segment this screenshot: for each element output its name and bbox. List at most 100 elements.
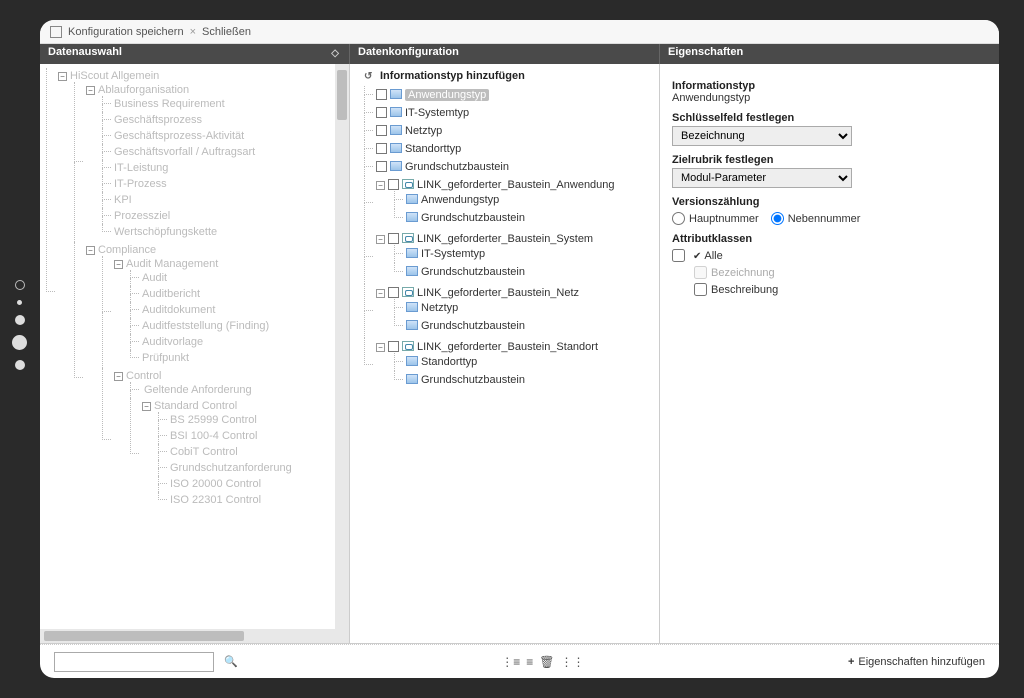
- infotype-item[interactable]: Standorttyp: [364, 140, 653, 158]
- tree-node-compliance[interactable]: Compliance: [98, 244, 156, 256]
- delete-icon[interactable]: 🗑: [539, 655, 554, 669]
- panel-headers: Datenauswahl◇ Datenkonfiguration Eigensc…: [40, 44, 999, 64]
- link-icon: [402, 287, 414, 297]
- tree-leaf[interactable]: Auditbericht: [130, 286, 331, 302]
- tree-node-ablauf[interactable]: Ablauforganisation: [98, 84, 189, 96]
- type-icon: [406, 194, 418, 204]
- tree-leaf[interactable]: Auditvorlage: [130, 334, 331, 350]
- tree-leaf[interactable]: ISO 22301 Control: [158, 492, 331, 508]
- list-detail-icon[interactable]: ⋮≡: [501, 655, 520, 669]
- device-side-buttons: [12, 280, 27, 370]
- select-keyfield[interactable]: Bezeichnung: [672, 126, 852, 146]
- tree-node-std-control[interactable]: Standard Control: [154, 400, 237, 412]
- link-child[interactable]: Grundschutzbaustein: [394, 371, 653, 389]
- link-child[interactable]: Grundschutzbaustein: [394, 209, 653, 227]
- value-infotype: Anwendungstyp: [672, 92, 987, 104]
- h-scrollbar[interactable]: [40, 629, 335, 643]
- tree-leaf[interactable]: Geschäftsprozess-Aktivität: [102, 128, 331, 144]
- close-button[interactable]: Schließen: [202, 26, 251, 38]
- link-icon: [402, 233, 414, 243]
- footer: 🔍 ⋮≡ ≡ 🗑 ⋮⋮ +Eigenschaften hinzufügen: [40, 644, 999, 678]
- tree-leaf[interactable]: Prozessziel: [102, 208, 331, 224]
- link-child[interactable]: IT-Systemtyp: [394, 245, 653, 263]
- link-node[interactable]: −LINK_geforderter_Baustein_AnwendungAnwe…: [364, 176, 653, 230]
- type-icon: [390, 107, 402, 117]
- radio-nebennummer[interactable]: [771, 212, 784, 225]
- link-icon: [402, 341, 414, 351]
- link-child[interactable]: Standorttyp: [394, 353, 653, 371]
- tree-leaf[interactable]: BSI 100-4 Control: [158, 428, 331, 444]
- outline-icon[interactable]: ⋮⋮: [560, 655, 584, 669]
- tree-leaf[interactable]: CobiT Control: [158, 444, 331, 460]
- expander[interactable]: −: [376, 343, 385, 352]
- tree-node-control[interactable]: Control: [126, 370, 161, 382]
- type-icon: [406, 374, 418, 384]
- app-window: Konfiguration speichern × Schließen Date…: [40, 20, 999, 678]
- tree-leaf[interactable]: ISO 20000 Control: [158, 476, 331, 492]
- search-icon[interactable]: 🔍: [224, 655, 238, 668]
- check-bezeichnung: [694, 266, 707, 279]
- expander[interactable]: −: [376, 235, 385, 244]
- link-child[interactable]: Anwendungstyp: [394, 191, 653, 209]
- infotype-tree[interactable]: AnwendungstypIT-SystemtypNetztypStandort…: [350, 86, 659, 398]
- separator: ×: [190, 26, 196, 38]
- tree-leaf[interactable]: Wertschöpfungskette: [102, 224, 331, 240]
- search-input[interactable]: [54, 652, 214, 672]
- expander[interactable]: −: [376, 289, 385, 298]
- tree-leaf[interactable]: IT-Prozess: [102, 176, 331, 192]
- tree-leaf[interactable]: Auditfeststellung (Finding): [130, 318, 331, 334]
- link-node[interactable]: −LINK_geforderter_Baustein_SystemIT-Syst…: [364, 230, 653, 284]
- tree-leaf[interactable]: Geschäftsvorfall / Auftragsart: [102, 144, 331, 160]
- link-child[interactable]: Netztyp: [394, 299, 653, 317]
- tree-leaf[interactable]: Prüfpunkt: [130, 350, 331, 366]
- panel-header-left: Datenauswahl◇: [40, 44, 350, 64]
- checkbox[interactable]: [376, 143, 387, 154]
- expander[interactable]: −: [376, 181, 385, 190]
- checkbox[interactable]: [376, 161, 387, 172]
- check-alle[interactable]: [672, 249, 685, 262]
- tree-leaf[interactable]: KPI: [102, 192, 331, 208]
- link-child[interactable]: Grundschutzbaustein: [394, 263, 653, 281]
- tree-leaf[interactable]: Geschäftsprozess: [102, 112, 331, 128]
- checkbox[interactable]: [376, 125, 387, 136]
- label-version: Versionszählung: [672, 196, 987, 208]
- radio-hauptnummer[interactable]: [672, 212, 685, 225]
- v-scrollbar[interactable]: [335, 64, 349, 643]
- tree-leaf[interactable]: Geltende Anforderung: [144, 384, 252, 396]
- tree-leaf[interactable]: Business Requirement: [102, 96, 331, 112]
- checkbox[interactable]: [388, 287, 399, 298]
- tree-leaf[interactable]: Grundschutzanforderung: [158, 460, 331, 476]
- toolbar: Konfiguration speichern × Schließen: [40, 20, 999, 44]
- tree-node-audit[interactable]: Audit Management: [126, 258, 218, 270]
- type-icon: [390, 89, 402, 99]
- infotype-item[interactable]: Netztyp: [364, 122, 653, 140]
- checkbox[interactable]: [376, 107, 387, 118]
- save-config-button[interactable]: Konfiguration speichern: [68, 26, 184, 38]
- footer-view-icons[interactable]: ⋮≡ ≡ 🗑 ⋮⋮: [248, 655, 838, 669]
- add-properties-button[interactable]: +Eigenschaften hinzufügen: [848, 656, 985, 668]
- tree-leaf[interactable]: Auditdokument: [130, 302, 331, 318]
- tree-leaf[interactable]: IT-Leistung: [102, 160, 331, 176]
- infotype-item[interactable]: Anwendungstyp: [364, 86, 653, 104]
- checkbox[interactable]: [388, 341, 399, 352]
- checkbox[interactable]: [388, 233, 399, 244]
- link-child[interactable]: Grundschutzbaustein: [394, 317, 653, 335]
- label-keyfield: Schlüsselfeld festlegen: [672, 112, 987, 124]
- select-target[interactable]: Modul-Parameter: [672, 168, 852, 188]
- type-icon: [406, 248, 418, 258]
- type-icon: [390, 161, 402, 171]
- list-icon[interactable]: ≡: [526, 655, 533, 669]
- link-node[interactable]: −LINK_geforderter_Baustein_StandortStand…: [364, 338, 653, 392]
- plus-icon: +: [848, 656, 854, 668]
- tree-leaf[interactable]: Audit: [130, 270, 331, 286]
- tree-leaf[interactable]: BS 25999 Control: [158, 412, 331, 428]
- link-node[interactable]: −LINK_geforderter_Baustein_NetzNetztypGr…: [364, 284, 653, 338]
- check-beschreibung[interactable]: [694, 283, 707, 296]
- add-infotype-header[interactable]: ↺ Informationstyp hinzufügen: [350, 64, 659, 86]
- checkbox[interactable]: [376, 89, 387, 100]
- data-selection-tree[interactable]: −HiScout Allgemein −Ablauforganisation B…: [40, 64, 335, 643]
- infotype-item[interactable]: IT-Systemtyp: [364, 104, 653, 122]
- infotype-item[interactable]: Grundschutzbaustein: [364, 158, 653, 176]
- type-icon: [390, 125, 402, 135]
- checkbox[interactable]: [388, 179, 399, 190]
